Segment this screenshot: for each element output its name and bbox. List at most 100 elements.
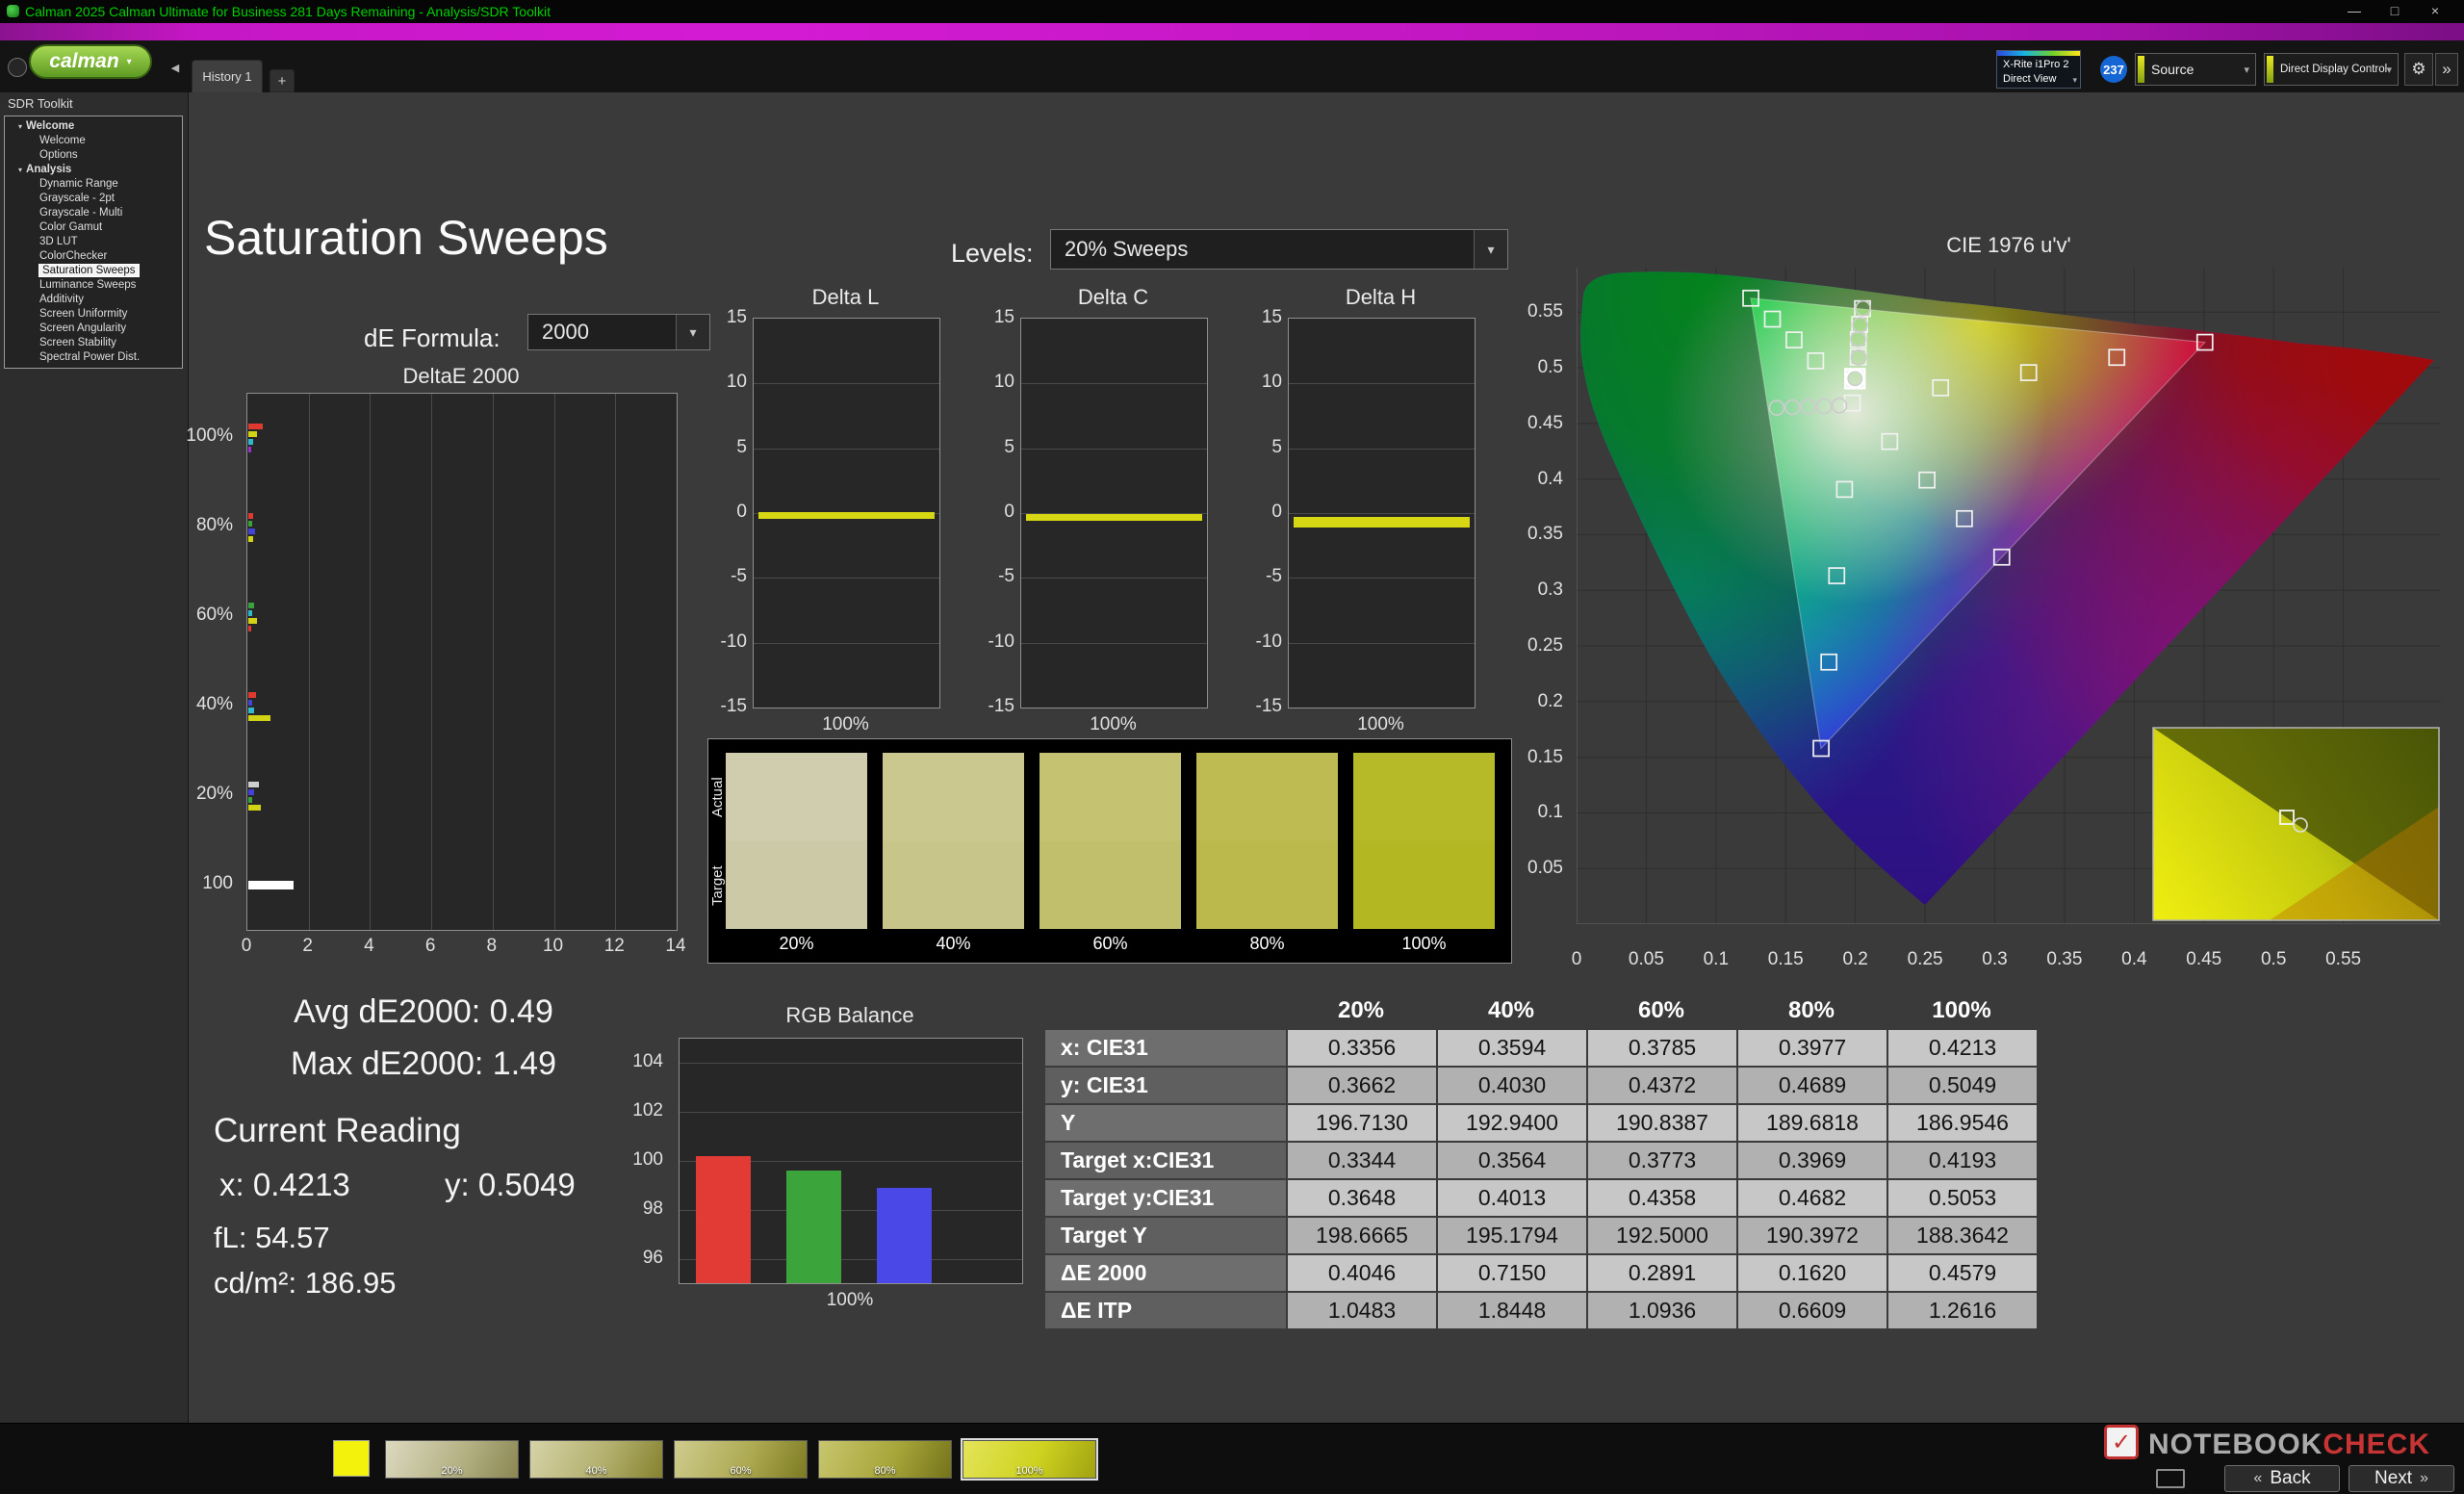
- patch-thumbnail-20%[interactable]: 20%: [385, 1440, 519, 1479]
- back-button[interactable]: « Back: [2224, 1465, 2340, 1492]
- y-category-label: 40%: [196, 694, 233, 715]
- sidebar-item-welcome[interactable]: ▾Welcome: [5, 119, 182, 134]
- sidebar-item-luminance-sweeps[interactable]: Luminance Sweeps: [5, 278, 182, 293]
- row-label: ΔE ITP: [1045, 1293, 1286, 1328]
- swatch-60%: 60%: [1040, 753, 1181, 959]
- display-icon[interactable]: [2156, 1469, 2185, 1488]
- cie-chart-title: CIE 1976 u'v': [1577, 233, 2441, 258]
- sidebar-item-spectral-power-dist-[interactable]: Spectral Power Dist.: [5, 350, 182, 365]
- meter-dropdown[interactable]: X-Rite i1Pro 2 Direct View ▾: [1996, 50, 2081, 89]
- source-dropdown[interactable]: Source ▾: [2135, 53, 2256, 86]
- gridline: [680, 1063, 1022, 1064]
- calman-logo-text: calman: [49, 50, 118, 73]
- sidebar-item-saturation-sweeps[interactable]: Saturation Sweeps: [5, 264, 182, 278]
- levels-value: 20% Sweeps: [1065, 230, 1188, 269]
- close-button[interactable]: ×: [2420, 0, 2451, 23]
- sidebar-item-screen-stability[interactable]: Screen Stability: [5, 336, 182, 350]
- sidebar-item-3d-lut[interactable]: 3D LUT: [5, 235, 182, 249]
- patch-thumbnail-60%[interactable]: 60%: [674, 1440, 808, 1479]
- deltae-y-axis: 100%80%60%40%20%100: [141, 393, 241, 929]
- y-tick-label: 0.15: [1527, 747, 1563, 768]
- delta-l-chart: Delta L 151050-5-10-15 100%: [695, 285, 955, 747]
- patch-thumbnail-current[interactable]: [333, 1440, 370, 1477]
- patch-thumbnail-40%[interactable]: 40%: [529, 1440, 663, 1479]
- gridline: [1021, 449, 1207, 450]
- cell-value: 1.8448: [1436, 1293, 1586, 1328]
- display-control-label: Direct Display Control: [2280, 54, 2387, 85]
- x-tick-label: 0.1: [1687, 949, 1745, 970]
- source-status-stripe: [2138, 56, 2144, 83]
- table-row: Target Y198.6665195.1794192.5000190.3972…: [1045, 1218, 2037, 1255]
- target-label: Target: [709, 841, 725, 930]
- display-control-dropdown[interactable]: Direct Display Control ▾: [2264, 53, 2399, 86]
- meter-count-badge: 237: [2100, 56, 2127, 83]
- settings-gear-button[interactable]: ⚙: [2404, 53, 2433, 86]
- sidebar-collapse-button[interactable]: ◀: [166, 58, 185, 77]
- x-tick-label: 4: [340, 936, 398, 957]
- gridline: [1021, 383, 1207, 384]
- sidebar-item-label: Options: [39, 149, 78, 161]
- y-tick-label: 10: [727, 372, 747, 393]
- x-tick-label: 10: [525, 936, 582, 957]
- minimize-button[interactable]: —: [2339, 0, 2370, 23]
- y-axis: 151050-5-10-15: [970, 318, 1014, 707]
- y-category-label: 80%: [196, 515, 233, 536]
- sidebar-item-options[interactable]: Options: [5, 148, 182, 163]
- cell-value: 0.3977: [1736, 1030, 1886, 1066]
- sidebar-item-additivity[interactable]: Additivity: [5, 293, 182, 307]
- logo-text-notebook: NOTEBOOK: [2148, 1429, 2323, 1460]
- y-tick-label: 5: [1271, 437, 1282, 458]
- maximize-button[interactable]: □: [2379, 0, 2410, 23]
- sidebar-item-dynamic-range[interactable]: Dynamic Range: [5, 177, 182, 192]
- sidebar-item-analysis[interactable]: ▾Analysis: [5, 163, 182, 177]
- levels-dropdown[interactable]: 20% Sweeps ▾: [1050, 229, 1508, 270]
- tab-history-1[interactable]: History 1: [192, 60, 263, 92]
- row-label: Y: [1045, 1105, 1286, 1141]
- sidebar-item-label: Additivity: [39, 294, 84, 305]
- sidebar-item-label: Screen Uniformity: [39, 308, 127, 320]
- chevron-down-icon: ▾: [2072, 75, 2077, 86]
- cell-value: 0.1620: [1736, 1255, 1886, 1291]
- de-bar: [248, 708, 254, 713]
- sidebar-item-label: Spectral Power Dist.: [39, 351, 140, 363]
- x-tick-label: 0.3: [1966, 949, 2024, 970]
- delta-l-plot: [753, 318, 940, 708]
- cell-value: 0.5049: [1886, 1068, 2037, 1103]
- more-options-button[interactable]: »: [2435, 53, 2458, 86]
- notebookcheck-logo-text: NOTEBOOKCHECK: [2148, 1429, 2430, 1461]
- sidebar-item-welcome[interactable]: Welcome: [5, 134, 182, 148]
- x-axis-label: 100%: [1288, 714, 1474, 735]
- x-tick-label: 14: [647, 936, 705, 957]
- column-header: 40%: [1436, 993, 1586, 1028]
- patch-thumbnail-100%[interactable]: 100%: [962, 1440, 1096, 1479]
- sidebar-item-grayscale-multi[interactable]: Grayscale - Multi: [5, 206, 182, 220]
- sidebar-item-color-gamut[interactable]: Color Gamut: [5, 220, 182, 235]
- y-tick-label: 102: [632, 1100, 663, 1121]
- sidebar-item-label: Grayscale - Multi: [39, 207, 122, 219]
- y-tick-label: 96: [643, 1248, 663, 1269]
- x-tick-label: 0.15: [1757, 949, 1814, 970]
- patch-thumbnail-80%[interactable]: 80%: [818, 1440, 952, 1479]
- column-header: 20%: [1286, 993, 1436, 1028]
- panel-toggle-button[interactable]: [8, 58, 27, 77]
- cell-value: 190.3972: [1736, 1218, 1886, 1253]
- x-tick-label: 0.05: [1617, 949, 1675, 970]
- swatch-40%: 40%: [883, 753, 1024, 959]
- next-button[interactable]: Next »: [2348, 1465, 2454, 1492]
- sidebar-item-screen-uniformity[interactable]: Screen Uniformity: [5, 307, 182, 322]
- swatch-label: 60%: [1040, 929, 1181, 959]
- sidebar-item-screen-angularity[interactable]: Screen Angularity: [5, 322, 182, 336]
- sidebar-item-grayscale-2pt[interactable]: Grayscale - 2pt: [5, 192, 182, 206]
- de-bar: [248, 881, 294, 889]
- meter-name: X-Rite i1Pro 2: [2003, 59, 2068, 70]
- cell-value: 0.4046: [1286, 1255, 1436, 1291]
- de-formula-dropdown[interactable]: 2000 ▾: [527, 314, 710, 350]
- deltae-x-axis: 02468101214: [246, 936, 676, 961]
- sidebar-item-colorchecker[interactable]: ColorChecker: [5, 249, 182, 264]
- add-tab-button[interactable]: +: [270, 69, 295, 92]
- chevron-down-icon: ▾: [2386, 54, 2392, 85]
- calman-menu-button[interactable]: calman ▾: [29, 44, 152, 79]
- y-category-label: 100%: [186, 425, 233, 447]
- table-header-row: 20%40%60%80%100%: [1045, 993, 2037, 1030]
- gridline: [754, 383, 939, 384]
